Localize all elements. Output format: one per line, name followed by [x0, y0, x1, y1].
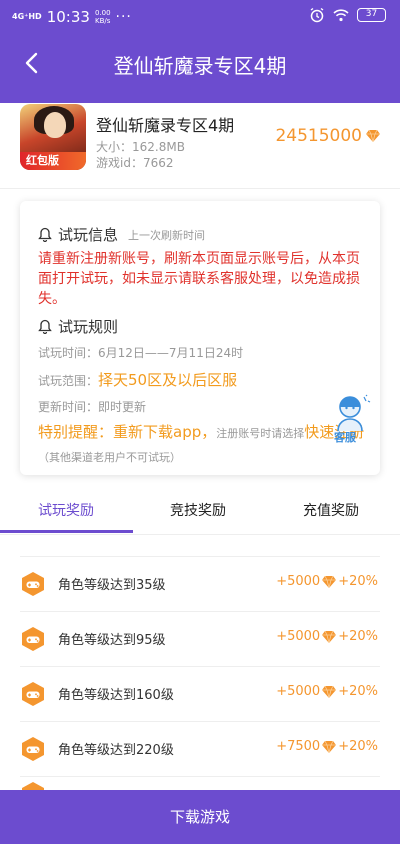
game-app-icon[interactable]: 红包版: [20, 104, 86, 170]
trial-info-header: 试玩信息 上一次刷新时间: [38, 224, 205, 245]
trial-time-label: 试玩时间：: [38, 346, 99, 360]
row-divider: [20, 666, 380, 667]
game-coins: 24515000: [275, 126, 380, 146]
reward-bonus: +20%: [338, 684, 378, 699]
game-name: 登仙斩魔录专区4期: [96, 116, 235, 135]
bell-icon: [38, 227, 52, 242]
trial-info-card: 试玩信息 上一次刷新时间 请重新注册新账号，刷新本页面显示账号后，从本页面打开试…: [20, 201, 380, 475]
gamepad-badge-icon: [22, 682, 44, 706]
update-time-label: 更新时间：: [38, 400, 99, 414]
diamond-icon: [322, 575, 337, 588]
diamond-icon: [366, 130, 380, 142]
status-bar: 4G⁺HD 10:33 0.00 KB/s ··· 37: [0, 0, 400, 32]
game-coins-value: 24515000: [275, 126, 362, 146]
wifi-icon: [333, 9, 349, 22]
reward-condition: 角色等级达到35级: [58, 578, 166, 593]
row-divider: [20, 776, 380, 777]
diamond-icon: [322, 630, 337, 643]
game-id-label: 游戏id：: [96, 156, 143, 170]
diamond-icon: [322, 740, 337, 753]
reward-bonus: +20%: [338, 739, 378, 754]
trial-range-row: 试玩范围：择天50区及以后区服: [38, 369, 237, 390]
game-size-value: 162.8MB: [132, 140, 185, 154]
reward-coins: +5000: [276, 574, 321, 589]
reward-amount: +7500 +20%: [276, 739, 378, 754]
game-size: 大小：162.8MB: [96, 138, 185, 155]
special-notice: 特别提醒：重新下载app，注册账号时请选择快速注册（其他渠道老用户不可试玩）: [38, 421, 368, 469]
notice-small-text: 注册账号时请选择: [216, 427, 305, 440]
gamepad-badge-icon: [22, 572, 44, 596]
tab-trial-reward[interactable]: 试玩奖励: [38, 500, 94, 520]
character-face: [44, 112, 66, 138]
reward-amount: +5000 +20%: [276, 629, 378, 644]
trial-rules-title: 试玩规则: [58, 318, 119, 336]
row-divider: [20, 611, 380, 612]
reward-condition: 角色等级达到160级: [58, 688, 174, 703]
game-id: 游戏id：7662: [96, 154, 174, 171]
more-notifications-icon: ···: [115, 9, 132, 25]
customer-service-button[interactable]: 客服: [330, 393, 374, 444]
trial-rules-header: 试玩规则: [38, 316, 118, 337]
customer-service-label: 客服: [334, 431, 356, 444]
trial-warning-text: 请重新注册新账号，刷新本页面显示账号后，从本页面打开试玩，如未显示请联系客服处理…: [38, 251, 360, 307]
reward-bonus: +20%: [338, 574, 378, 589]
game-id-value: 7662: [142, 156, 174, 170]
reward-row: 角色等级达到35级 +5000 +20%: [0, 556, 400, 611]
trial-time-row: 试玩时间：6月12日——7月11日24时: [38, 344, 243, 361]
section-divider: [0, 188, 400, 189]
status-time: 10:33: [46, 8, 90, 26]
network-speed: 0.00 KB/s: [95, 9, 111, 25]
game-size-label: 大小：: [96, 140, 133, 154]
row-divider: [20, 721, 380, 722]
trial-range-label: 试玩范围：: [38, 374, 99, 388]
trial-info-title: 试玩信息: [58, 226, 119, 244]
alarm-icon: [310, 7, 324, 23]
notice-prefix: 特别提醒：重新下载app，: [38, 423, 217, 441]
network-speed-unit: KB/s: [95, 17, 111, 25]
reward-tabs: 试玩奖励 竞技奖励 充值奖励: [0, 484, 400, 534]
active-tab-indicator: [0, 530, 133, 533]
diamond-icon: [322, 685, 337, 698]
row-divider: [20, 556, 380, 557]
update-time-value: 即时更新: [98, 400, 147, 414]
last-refresh-time: 上一次刷新时间: [128, 228, 206, 242]
red-packet-badge: 红包版: [20, 152, 86, 170]
game-info: 红包版 登仙斩魔录专区4期 大小：162.8MB 游戏id：7662 24515…: [20, 104, 380, 182]
reward-amount: +5000 +20%: [276, 684, 378, 699]
bell-icon: [38, 319, 52, 334]
battery-icon: 37: [357, 8, 386, 22]
update-time-row: 更新时间：即时更新: [38, 398, 146, 415]
reward-row: 角色等级达到220级 +7500 +20%: [0, 721, 400, 776]
network-speed-value: 0.00: [94, 9, 111, 17]
signal-indicator: 4G⁺HD: [12, 12, 42, 21]
reward-amount: +5000 +20%: [276, 574, 378, 589]
reward-coins: +7500: [276, 739, 321, 754]
download-game-button[interactable]: 下载游戏: [0, 790, 400, 844]
gamepad-badge-icon: [22, 627, 44, 651]
reward-row: 角色等级达到160级 +5000 +20%: [0, 666, 400, 721]
app-header: 4G⁺HD 10:33 0.00 KB/s ··· 37 登仙斩魔录专区4期: [0, 0, 400, 103]
trial-range-value: 择天50区及以后区服: [98, 371, 238, 389]
page-title: 登仙斩魔录专区4期: [113, 54, 287, 78]
tabs-divider: [0, 534, 400, 535]
reward-bonus: +20%: [338, 629, 378, 644]
customer-service-icon: [337, 394, 371, 432]
notice-tail: （其他渠道老用户不可试玩）: [38, 451, 181, 464]
reward-condition: 角色等级达到220级: [58, 743, 174, 758]
reward-row-partial: [0, 776, 400, 806]
reward-coins: +5000: [276, 684, 321, 699]
reward-coins: +5000: [276, 629, 321, 644]
reward-condition: 角色等级达到95级: [58, 633, 166, 648]
nav-bar: 登仙斩魔录专区4期: [0, 36, 400, 92]
reward-row: 角色等级达到95级 +5000 +20%: [0, 611, 400, 666]
tab-recharge-reward[interactable]: 充值奖励: [303, 500, 359, 520]
gamepad-badge-icon: [22, 737, 44, 761]
tab-competition-reward[interactable]: 竞技奖励: [170, 500, 226, 520]
trial-time-value: 6月12日——7月11日24时: [98, 346, 244, 360]
